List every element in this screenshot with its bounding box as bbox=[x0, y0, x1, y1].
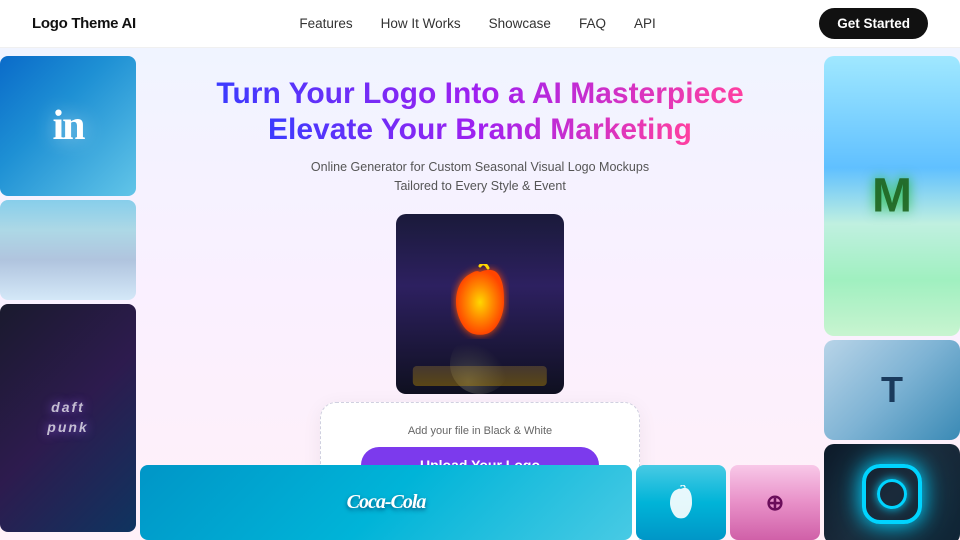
hero-title: Turn Your Logo Into a AI Masterpiece Ele… bbox=[216, 76, 743, 148]
hero-subtitle: Online Generator for Custom Seasonal Vis… bbox=[311, 158, 649, 196]
upload-label: Add your file in Black & White bbox=[408, 425, 552, 437]
right-image-panel: M T bbox=[820, 48, 960, 540]
instagram-neon-image bbox=[824, 444, 960, 540]
nav-faq[interactable]: FAQ bbox=[579, 16, 606, 31]
get-started-button[interactable]: Get Started bbox=[819, 8, 928, 39]
coca-cola-image: Coca-Cola bbox=[140, 465, 632, 540]
nav-api[interactable]: API bbox=[634, 16, 656, 31]
apple-showcase-image bbox=[396, 214, 564, 394]
mcdonalds-rainbow-image: M bbox=[824, 56, 960, 336]
bottom-row-2: Coca-Cola ⊕ bbox=[140, 465, 820, 540]
navbar: Logo Theme AI Features How It Works Show… bbox=[0, 0, 960, 48]
nav-links: Features How It Works Showcase FAQ API bbox=[299, 15, 655, 33]
clouds-image bbox=[0, 200, 136, 300]
linkedin-logo-image: in bbox=[0, 56, 136, 196]
left-image-panel: in daftpunk bbox=[0, 48, 140, 540]
nav-features[interactable]: Features bbox=[299, 16, 352, 31]
apple-nature-image bbox=[636, 465, 726, 540]
chanel-balloon-image: ⊕ bbox=[730, 465, 820, 540]
nav-logo: Logo Theme AI bbox=[32, 15, 136, 32]
nav-showcase[interactable]: Showcase bbox=[489, 16, 551, 31]
tesla-image: T bbox=[824, 340, 960, 440]
nav-how-it-works[interactable]: How It Works bbox=[381, 16, 461, 31]
daft-punk-image: daftpunk bbox=[0, 304, 136, 532]
